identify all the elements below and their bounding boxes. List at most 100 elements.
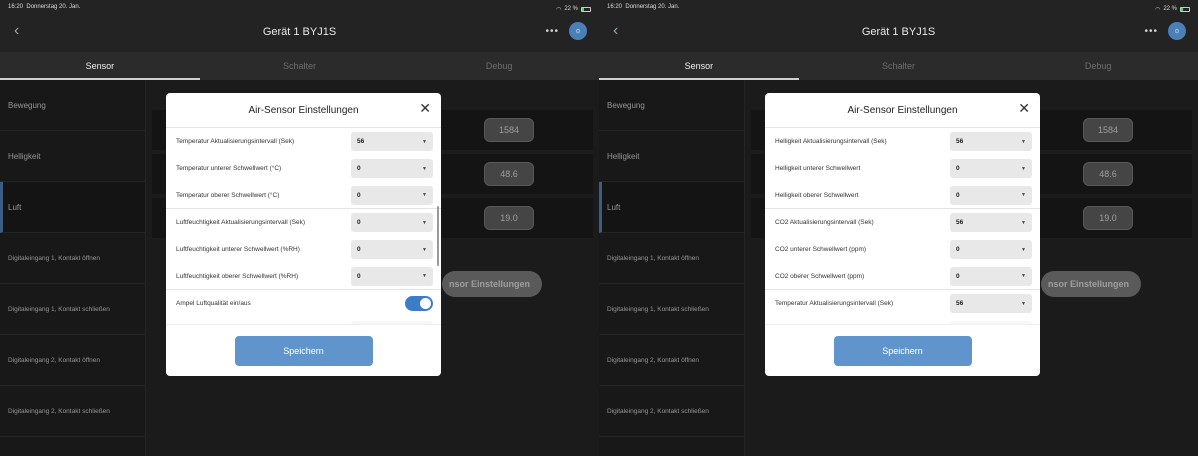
setting-row: Luftfeuchtigkeit oberer Schwellwert (%RH… (166, 263, 441, 290)
ipad-screen-left: 16:20 Donnerstag 20. Jan. ◠ 22 % ‹ Gerät … (0, 0, 599, 456)
setting-label: Temperatur unterer Schwellwert (°C) (176, 165, 282, 172)
setting-select[interactable]: 0 ▼ (950, 266, 1032, 286)
setting-row: Luftfeuchtigkeit Aktualisierungsinterval… (166, 209, 441, 236)
status-date: Donnerstag 20. Jan. (625, 4, 680, 10)
setting-row: Helligkeit oberer Schwellwert 0 ▼ (765, 182, 1040, 209)
battery-percent: 22 % (1163, 6, 1177, 12)
chevron-down-icon: ▼ (422, 138, 427, 145)
setting-row: Temperatur oberer Schwellwert (°C) 0 ▼ (166, 182, 441, 209)
chevron-down-icon: ▼ (422, 165, 427, 172)
tab-schalter[interactable]: Schalter (799, 52, 999, 80)
setting-label: CO2 Aktualisierungsintervall (Sek) (775, 219, 874, 226)
chevron-down-icon: ▼ (422, 273, 427, 279)
setting-row: Helligkeit unterer Schwellwert 0 ▼ (765, 155, 1040, 182)
status-bar: 16:20 Donnerstag 20. Jan. ◠ 22 % (599, 0, 1198, 14)
tab-schalter[interactable]: Schalter (200, 52, 400, 80)
setting-label: Temperatur Aktualisierungsintervall (Sek… (176, 138, 295, 145)
save-button[interactable]: Speichern (234, 335, 373, 366)
setting-row: Temperatur unterer Schwellwert (°C) 0 ▼ (166, 155, 441, 182)
select-value: 0 (956, 246, 960, 253)
chevron-down-icon: ▼ (1021, 300, 1026, 307)
tab-debug[interactable]: Debug (998, 52, 1198, 80)
setting-label: Helligkeit unterer Schwellwert (775, 165, 861, 172)
select-value: 56 (956, 138, 964, 145)
chevron-left-icon[interactable]: ‹ (14, 22, 19, 40)
select-value: 0 (956, 191, 960, 199)
setting-select[interactable]: 56 ▼ (950, 132, 1032, 151)
select-value: 0 (956, 272, 960, 280)
setting-select[interactable]: 56 ▼ (351, 132, 433, 151)
setting-select[interactable]: 0 ▼ (351, 266, 433, 286)
setting-label: Temperatur Aktualisierungsintervall (Sek… (775, 300, 894, 307)
setting-row: Luftfeuchtigkeit unterer Schwellwert (%R… (166, 236, 441, 263)
chevron-left-icon[interactable]: ‹ (613, 22, 618, 40)
setting-select[interactable]: 0 ▼ (351, 159, 433, 178)
setting-row: Temperatur Aktualisierungsintervall (Sek… (166, 128, 441, 155)
tab-bar: Sensor Schalter Debug (599, 52, 1198, 80)
nav-bar: ‹ Gerät 1 BYJ1S ••• ⊙ (0, 14, 599, 50)
select-value: 0 (357, 219, 361, 226)
chevron-down-icon: ▼ (422, 219, 427, 226)
close-icon[interactable]: ✕ (1018, 100, 1030, 117)
setting-select[interactable]: 56 ▼ (950, 213, 1032, 232)
scrollbar[interactable] (437, 206, 439, 266)
battery-percent: 22 % (564, 6, 578, 12)
ampel-toggle[interactable] (405, 296, 433, 311)
setting-select[interactable]: 0 ▼ (950, 159, 1032, 178)
setting-label: CO2 oberer Schwellwert (ppm) (775, 272, 865, 280)
status-time: 16:20 (8, 4, 24, 10)
setting-select[interactable]: 56 ▼ (950, 294, 1032, 313)
modal-header: Air-Sensor Einstellungen ✕ (166, 93, 441, 127)
status-bar: 16:20 Donnerstag 20. Jan. ◠ 22 % (0, 0, 599, 14)
select-value: 0 (357, 272, 361, 280)
tab-sensor[interactable]: Sensor (599, 52, 799, 80)
setting-label: Luftfeuchtigkeit unterer Schwellwert (%R… (176, 246, 300, 253)
settings-modal: Air-Sensor Einstellungen ✕ Temperatur Ak… (166, 93, 441, 376)
chevron-down-icon: ▼ (422, 192, 427, 198)
more-icon[interactable]: ••• (545, 26, 559, 37)
select-value: 56 (357, 138, 365, 145)
setting-label: Luftfeuchtigkeit Aktualisierungsinterval… (176, 219, 305, 226)
more-icon[interactable]: ••• (1144, 26, 1158, 37)
setting-select[interactable]: 0 ▼ (351, 185, 433, 205)
setting-select[interactable]: 0 ▼ (351, 213, 433, 232)
select-value: 0 (956, 165, 960, 172)
chevron-down-icon: ▼ (422, 246, 427, 253)
status-date: Donnerstag 20. Jan. (26, 4, 81, 10)
setting-row (765, 317, 1040, 324)
page-title: Gerät 1 BYJ1S (262, 26, 337, 38)
wifi-icon: ◠ (556, 6, 562, 13)
setting-label: CO2 unterer Schwellwert (ppm) (775, 246, 867, 253)
tab-debug[interactable]: Debug (399, 52, 599, 80)
save-button[interactable]: Speichern (833, 335, 972, 366)
modal-body: Temperatur Aktualisierungsintervall (Sek… (166, 127, 441, 324)
modal-footer: Speichern (166, 324, 441, 376)
page-title: Gerät 1 BYJ1S (861, 26, 936, 38)
avatar[interactable]: ⊙ (569, 22, 587, 40)
setting-select[interactable]: 0 ▼ (950, 185, 1032, 205)
chevron-down-icon: ▼ (1021, 273, 1026, 279)
chevron-down-icon: ▼ (1021, 192, 1026, 198)
status-time: 16:20 (607, 4, 623, 10)
avatar[interactable]: ⊙ (1168, 22, 1186, 40)
setting-label: Helligkeit Aktualisierungsintervall (Sek… (775, 138, 887, 145)
chevron-down-icon: ▼ (1021, 138, 1026, 145)
setting-select[interactable]: 0 ▼ (351, 240, 433, 259)
setting-row: CO2 unterer Schwellwert (ppm) 0 ▼ (765, 236, 1040, 263)
setting-row: Helligkeit Aktualisierungsintervall (Sek… (765, 128, 1040, 155)
modal-title: Air-Sensor Einstellungen (847, 104, 958, 116)
setting-label: Luftfeuchtigkeit oberer Schwellwert (%RH… (176, 272, 299, 280)
select-value: 0 (357, 191, 361, 199)
modal-title: Air-Sensor Einstellungen (248, 104, 359, 116)
setting-row: CO2 oberer Schwellwert (ppm) 0 ▼ (765, 263, 1040, 290)
close-icon[interactable]: ✕ (419, 100, 431, 117)
wifi-icon: ◠ (1155, 6, 1161, 13)
battery-icon (581, 6, 591, 12)
setting-row: CO2 Aktualisierungsintervall (Sek) 56 ▼ (765, 209, 1040, 236)
tab-sensor[interactable]: Sensor (0, 52, 200, 80)
battery-icon (1180, 6, 1190, 12)
select-value: 56 (956, 219, 964, 226)
setting-row: Temperatur Aktualisierungsintervall (Sek… (765, 290, 1040, 317)
settings-modal: Air-Sensor Einstellungen ✕ Helligkeit Ak… (765, 93, 1040, 376)
setting-select[interactable]: 0 ▼ (950, 240, 1032, 259)
